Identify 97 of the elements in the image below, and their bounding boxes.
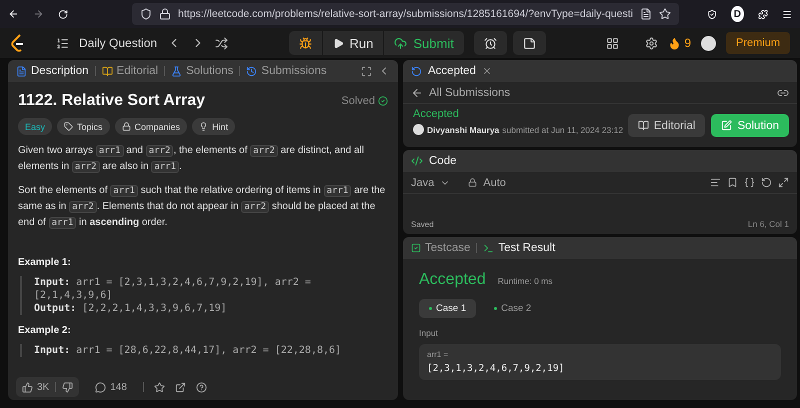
logo-icon[interactable] (10, 34, 26, 52)
panel-tab[interactable]: Description (16, 65, 89, 77)
result-verdict: Accepted (419, 271, 486, 289)
back-icon[interactable] (411, 86, 423, 98)
all-submissions-link[interactable]: All Submissions (429, 86, 510, 98)
comment-icon (95, 382, 106, 392)
panel-tab[interactable]: Editorial (102, 65, 158, 77)
comments-button[interactable]: 148 (89, 382, 133, 392)
variable-name: arr1 = (427, 350, 450, 359)
editorial-button[interactable]: Editorial (628, 114, 706, 137)
panel-tab[interactable]: Testcase (411, 242, 470, 254)
input-label: Input (419, 328, 438, 338)
submit-button[interactable]: Submit (384, 31, 464, 55)
document-icon (16, 66, 27, 76)
alarm-button[interactable] (474, 31, 507, 55)
terminal-icon (483, 242, 494, 254)
grid-icon[interactable] (606, 36, 620, 50)
tag-button[interactable]: Hint (192, 118, 236, 135)
user-avatar (413, 124, 424, 135)
thumbs-up-icon (22, 382, 33, 392)
example-line: Output: [2,2,2,1,4,3,3,9,6,7,19] (34, 302, 228, 315)
format-icon[interactable] (710, 177, 721, 188)
tag-button[interactable]: Companies (114, 118, 188, 135)
example-line: Input: arr1 = [28,6,22,8,44,17], arr2 = [22,28,8,6] (34, 344, 342, 357)
accepted-tab[interactable]: Accepted (428, 65, 476, 77)
run-button[interactable]: Run (322, 31, 384, 55)
reset-icon[interactable] (761, 177, 772, 188)
submission-time: submitted at Jun 11, 2024 23:12 (502, 124, 624, 134)
panel-tab[interactable]: Test Result (483, 242, 556, 254)
panel-tab[interactable]: Solutions (171, 65, 234, 77)
checkbox-icon (411, 243, 421, 253)
save-status: Saved (411, 220, 434, 228)
bookmark-icon[interactable] (727, 177, 738, 188)
submitter-name[interactable]: Divyanshi Maurya (427, 124, 500, 134)
help-icon[interactable] (196, 382, 207, 392)
cursor-position: Ln 6, Col 1 (748, 219, 789, 229)
description-paragraph: Sort the elements of arr1 such that the relative ordering of items in arr1 are the same as in arr2 . Elements that do not appear in arr2 should be placed at the end of arr1 in ascending order. (18, 184, 386, 231)
case-tab[interactable]: Case 2 (484, 299, 542, 318)
description-paragraph: Given two arrays arr1 and arr2 , the elements of arr2 are distinct, and all elements in arr2 are also in arr1 . (18, 144, 366, 175)
flame-icon (668, 36, 682, 50)
case-tab[interactable]: Case 1 (419, 299, 476, 318)
streak-counter[interactable]: 9 (668, 36, 691, 50)
note-icon (522, 36, 536, 50)
runtime-text: Runtime: 0 ms (498, 276, 553, 286)
note-button[interactable] (512, 31, 546, 55)
lock-icon (468, 178, 478, 187)
book-icon (102, 66, 113, 76)
debug-button[interactable] (288, 31, 322, 55)
alarm-clock-icon (484, 36, 497, 50)
profile-avatar[interactable]: D (731, 6, 744, 22)
difficulty-badge[interactable]: Easy (18, 118, 52, 135)
tag-icon (64, 122, 74, 131)
history-icon (246, 66, 258, 76)
lock-icon (122, 122, 131, 131)
flask-icon (171, 66, 182, 76)
variable-value: [2,3,1,3,2,4,6,7,9,2,19] (427, 363, 566, 374)
share-icon[interactable] (174, 382, 186, 392)
history-icon (411, 66, 422, 76)
example-line: Input: arr1 = [2,3,1,3,2,4,6,7,9,2,19], arr2 = [2,1,4,3,9,6] (34, 276, 312, 302)
problem-title: 1122. Relative Sort Array (18, 92, 206, 110)
reload-icon[interactable] (58, 8, 68, 20)
shuffle-icon[interactable] (215, 36, 228, 50)
language-dropdown[interactable]: Java (411, 176, 434, 188)
address-bar[interactable]: https://leetcode.com/problems/relative-sort-array/submissions/1285161694/?envType=daily-questi (132, 3, 679, 25)
example-heading: Example 1: (18, 257, 72, 268)
code-icon (411, 155, 423, 167)
star-icon[interactable] (154, 382, 165, 392)
verdict-text: Accepted (413, 108, 460, 120)
panel-tab[interactable]: Submissions (246, 65, 327, 77)
url-text: https://leetcode.com/problems/relative-sort-array/submissions/1285161694/?envType=daily-questi (178, 8, 633, 20)
braces-icon[interactable] (744, 177, 755, 188)
expand-icon[interactable] (778, 177, 789, 188)
example-heading: Example 2: (18, 325, 72, 336)
user-avatar[interactable] (701, 36, 716, 50)
cloud-upload-icon (394, 36, 408, 50)
book-icon (638, 120, 649, 131)
thumbs-down-icon (62, 382, 74, 392)
close-icon[interactable] (482, 66, 492, 76)
bug-icon (298, 36, 312, 50)
settings-icon[interactable] (645, 36, 658, 50)
auto-mode-label[interactable]: Auto (483, 176, 506, 188)
check-circle-icon (378, 96, 388, 106)
fullscreen-icon[interactable] (361, 66, 372, 76)
premium-button[interactable]: Premium (726, 32, 790, 54)
lightbulb-icon (199, 122, 208, 131)
edit-icon (721, 120, 732, 131)
bookmark-star-icon[interactable] (658, 8, 671, 20)
solved-status: Solved (341, 95, 388, 107)
reader-icon[interactable] (640, 8, 652, 20)
code-tab[interactable]: Code (429, 155, 456, 167)
list-icon[interactable] (56, 36, 69, 50)
play-icon (332, 38, 344, 48)
tag-button[interactable]: Topics (57, 118, 110, 135)
lock-icon (159, 8, 172, 20)
shield-icon (140, 8, 152, 20)
extensions-icon[interactable] (758, 8, 768, 20)
daily-question-link[interactable]: Daily Question (79, 36, 158, 50)
